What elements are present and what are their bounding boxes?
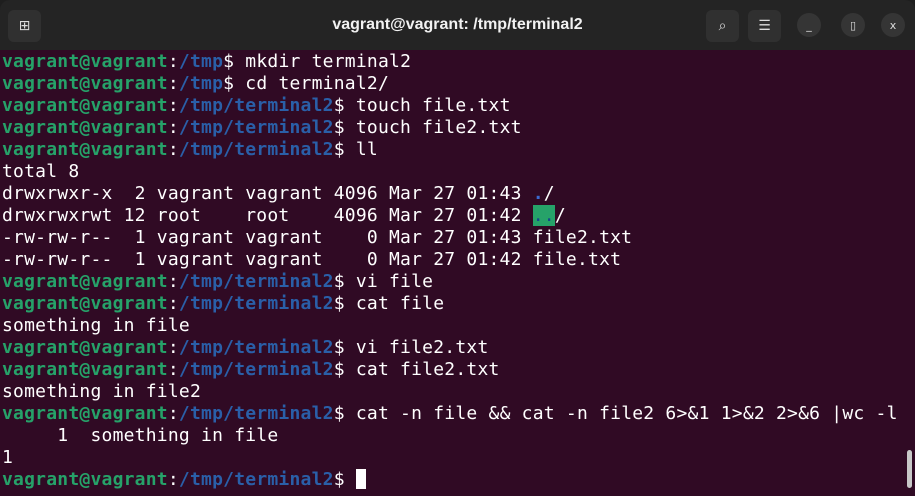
prompt-user: vagrant@vagrant <box>2 403 168 424</box>
maximize-icon: ▯ <box>849 18 857 32</box>
prompt-path: /tmp <box>178 73 224 94</box>
prompt-path: /tmp/terminal2 <box>178 117 334 138</box>
terminal-line: vagrant@vagrant:/tmp$ cd terminal2/ <box>2 73 898 95</box>
terminal-text: $ cat file2.txt <box>333 359 500 380</box>
terminal-text: $ vi file2.txt <box>333 337 489 358</box>
prompt-path: /tmp/terminal2 <box>178 293 334 314</box>
prompt-user: vagrant@vagrant <box>2 359 168 380</box>
terminal-line: drwxrwxrwt 12 root root 4096 Mar 27 01:4… <box>2 205 898 227</box>
terminal-line: 1 <box>2 447 898 469</box>
terminal-line: vagrant@vagrant:/tmp/terminal2$ ll <box>2 139 898 161</box>
terminal-text: 1 something in file <box>2 425 279 446</box>
terminal-text: $ cat -n file && cat -n file2 6>&1 1>&2 … <box>333 403 898 424</box>
terminal-text: : <box>167 271 179 292</box>
text-cursor <box>355 469 366 489</box>
terminal-text: $ <box>333 469 356 490</box>
terminal-line: -rw-rw-r-- 1 vagrant vagrant 0 Mar 27 01… <box>2 249 898 271</box>
terminal-text: : <box>167 337 179 358</box>
prompt-user: vagrant@vagrant <box>2 95 168 116</box>
title-bar: ⊞ vagrant@vagrant: /tmp/terminal2 ⌕ ☰ _ … <box>0 0 915 50</box>
terminal-line: vagrant@vagrant:/tmp$ mkdir terminal2 <box>2 51 898 73</box>
prompt-path: /tmp/terminal2 <box>178 139 334 160</box>
terminal-text: : <box>167 403 179 424</box>
terminal-text: drwxrwxrwt 12 root root 4096 Mar 27 01:4… <box>2 205 533 226</box>
menu-button[interactable]: ☰ <box>748 10 781 42</box>
terminal-text: $ mkdir terminal2 <box>223 51 412 72</box>
prompt-path: /tmp/terminal2 <box>178 337 334 358</box>
terminal-text: -rw-rw-r-- 1 vagrant vagrant 0 Mar 27 01… <box>2 249 622 270</box>
prompt-path: /tmp/terminal2 <box>178 403 334 424</box>
terminal-text: 1 <box>2 447 14 468</box>
terminal-text: -rw-rw-r-- 1 vagrant vagrant 0 Mar 27 01… <box>2 227 633 248</box>
terminal-line: vagrant@vagrant:/tmp/terminal2$ cat file <box>2 293 898 315</box>
terminal-text: $ touch file.txt <box>333 95 511 116</box>
terminal-text: drwxrwxr-x 2 vagrant vagrant 4096 Mar 27… <box>2 183 533 204</box>
terminal-text: $ ll <box>333 139 378 160</box>
terminal-area[interactable]: vagrant@vagrant:/tmp$ mkdir terminal2 vag… <box>0 50 915 496</box>
terminal-line: vagrant@vagrant:/tmp/terminal2$ cat -n f… <box>2 403 898 425</box>
highlighted-dir: .. <box>532 205 555 226</box>
terminal-text: : <box>167 139 179 160</box>
prompt-path: /tmp <box>178 51 224 72</box>
terminal-line: vagrant@vagrant:/tmp/terminal2$ vi file <box>2 271 898 293</box>
terminal-line: vagrant@vagrant:/tmp/terminal2$ touch fi… <box>2 117 898 139</box>
terminal-text: : <box>167 73 179 94</box>
terminal-line: drwxrwxr-x 2 vagrant vagrant 4096 Mar 27… <box>2 183 898 205</box>
terminal-text: something in file2 <box>2 381 202 402</box>
terminal-text: : <box>167 469 179 490</box>
terminal-text: : <box>167 293 179 314</box>
terminal-text: $ cd terminal2/ <box>223 73 390 94</box>
prompt-user: vagrant@vagrant <box>2 293 168 314</box>
search-icon: ⌕ <box>718 18 727 34</box>
minimize-icon: _ <box>806 18 812 32</box>
hamburger-menu-icon: ☰ <box>758 18 771 34</box>
prompt-path: /tmp/terminal2 <box>178 271 334 292</box>
close-icon: x <box>889 18 897 32</box>
prompt-user: vagrant@vagrant <box>2 139 168 160</box>
terminal-text: : <box>167 95 179 116</box>
prompt-user: vagrant@vagrant <box>2 337 168 358</box>
terminal-text: / <box>543 183 555 204</box>
prompt-path: /tmp/terminal2 <box>178 95 334 116</box>
scrollbar[interactable] <box>907 450 912 488</box>
prompt-user: vagrant@vagrant <box>2 271 168 292</box>
terminal-text: $ cat file <box>333 293 445 314</box>
prompt-user: vagrant@vagrant <box>2 469 168 490</box>
prompt-path: /tmp/terminal2 <box>178 469 334 490</box>
minimize-button[interactable]: _ <box>797 13 821 37</box>
terminal-text: total 8 <box>2 161 80 182</box>
terminal-text: : <box>167 117 179 138</box>
prompt-user: vagrant@vagrant <box>2 51 168 72</box>
terminal-text: $ vi file <box>333 271 434 292</box>
terminal-line: vagrant@vagrant:/tmp/terminal2$ cat file… <box>2 359 898 381</box>
terminal-text: : <box>167 51 179 72</box>
prompt-path: /tmp/terminal2 <box>178 359 334 380</box>
terminal-output: vagrant@vagrant:/tmp$ mkdir terminal2 vag… <box>2 51 898 491</box>
terminal-text: something in file <box>2 315 190 336</box>
terminal-line: vagrant@vagrant:/tmp/terminal2$ vi file2… <box>2 337 898 359</box>
search-button[interactable]: ⌕ <box>706 10 739 42</box>
terminal-line: vagrant@vagrant:/tmp/terminal2$ <box>2 469 898 491</box>
terminal-text: / <box>554 205 566 226</box>
terminal-line: something in file <box>2 315 898 337</box>
close-button[interactable]: x <box>881 13 905 37</box>
maximize-button[interactable]: ▯ <box>841 13 865 37</box>
terminal-line: total 8 <box>2 161 898 183</box>
prompt-user: vagrant@vagrant <box>2 117 168 138</box>
terminal-line: 1 something in file <box>2 425 898 447</box>
terminal-text: : <box>167 359 179 380</box>
terminal-line: -rw-rw-r-- 1 vagrant vagrant 0 Mar 27 01… <box>2 227 898 249</box>
dir-name: . <box>532 183 544 204</box>
terminal-line: vagrant@vagrant:/tmp/terminal2$ touch fi… <box>2 95 898 117</box>
terminal-line: something in file2 <box>2 381 898 403</box>
prompt-user: vagrant@vagrant <box>2 73 168 94</box>
terminal-text: $ touch file2.txt <box>333 117 522 138</box>
